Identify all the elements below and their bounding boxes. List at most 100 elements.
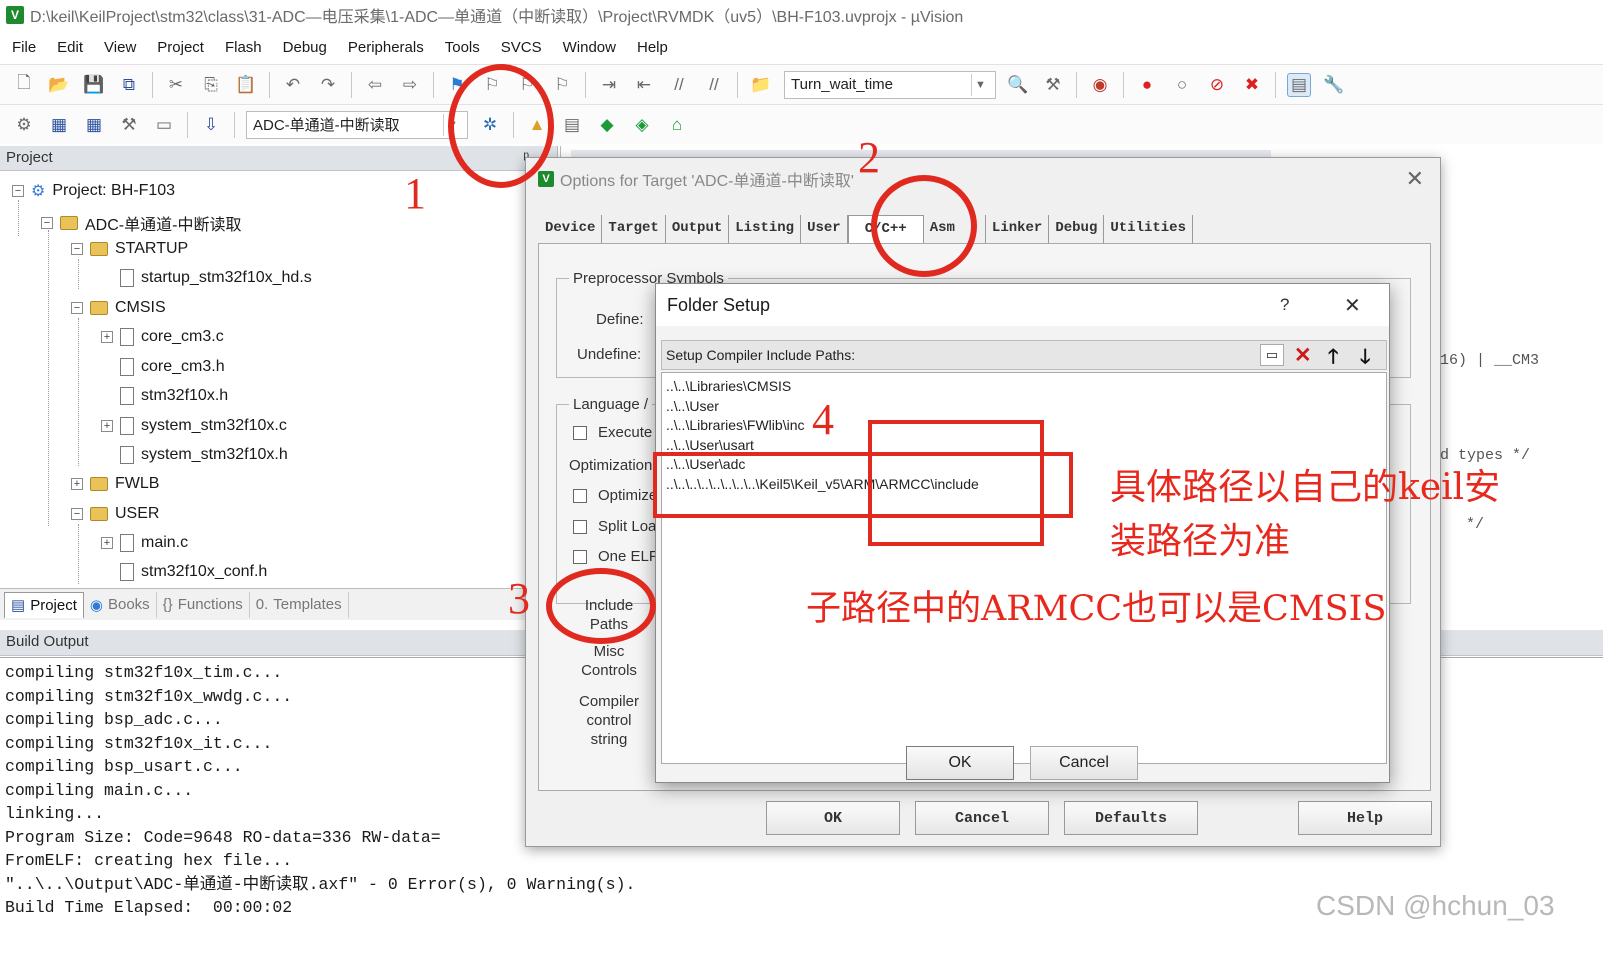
comment-icon[interactable]: // <box>667 73 691 97</box>
tab-listing[interactable]: Listing <box>729 215 802 243</box>
chevron-down-icon[interactable]: ▼ <box>971 73 989 96</box>
window-layout-icon[interactable]: ▤ <box>1287 72 1311 97</box>
tab-device[interactable]: Device <box>539 215 603 243</box>
copy-icon[interactable]: ⎘ <box>199 73 223 97</box>
delete-icon[interactable]: ✕ <box>1294 343 1312 368</box>
translate-icon[interactable]: ⚙ <box>12 113 36 137</box>
optimize-checkbox[interactable] <box>573 489 587 503</box>
tree-project-root[interactable]: − ⚙ Project: BH-F103 <box>12 181 175 201</box>
menu-project[interactable]: Project <box>157 39 204 56</box>
batch-build-icon[interactable]: ⚒ <box>117 113 141 137</box>
manage-runtime-icon[interactable]: ◆ <box>595 113 619 137</box>
execute-only-checkbox[interactable] <box>573 426 587 440</box>
select-packs-icon[interactable]: ▤ <box>560 113 584 137</box>
paste-icon[interactable]: 📋 <box>234 73 258 97</box>
tree-file[interactable]: + main.c <box>101 534 188 552</box>
save-icon[interactable]: 💾 <box>82 73 106 97</box>
menu-edit[interactable]: Edit <box>57 39 83 56</box>
folder-ok-button[interactable]: OK <box>906 746 1014 780</box>
tree-file[interactable]: system_stm32f10x.h <box>101 446 288 464</box>
insert-breakpoint-icon[interactable]: ● <box>1135 73 1159 97</box>
menu-view[interactable]: View <box>104 39 136 56</box>
pack-installer-icon[interactable]: ◈ <box>630 113 654 137</box>
stop-build-icon[interactable]: ▭ <box>152 113 176 137</box>
tab-debug[interactable]: Debug <box>1049 215 1105 243</box>
include-path-item[interactable]: ..\..\User <box>666 397 1386 417</box>
target-combo[interactable]: ADC-单通道-中断读取 ▼ <box>246 110 468 139</box>
new-folder-icon[interactable]: ▭ <box>1260 344 1284 366</box>
tab-templates[interactable]: 0. Templates <box>250 591 349 618</box>
move-down-icon[interactable]: 🡓 <box>1360 342 1370 376</box>
menu-peripherals[interactable]: Peripherals <box>348 39 424 56</box>
tree-file[interactable]: core_cm3.h <box>101 358 225 376</box>
cut-icon[interactable]: ✂ <box>164 73 188 97</box>
undo-icon[interactable]: ↶ <box>281 73 305 97</box>
menu-debug[interactable]: Debug <box>283 39 327 56</box>
tab-utilities[interactable]: Utilities <box>1104 215 1193 243</box>
tree-target[interactable]: − ADC-单通道-中断读取 <box>41 211 241 235</box>
optimize-label: Optimize <box>598 487 658 504</box>
cancel-button[interactable]: Cancel <box>915 801 1049 835</box>
rebuild-icon[interactable]: ▦ <box>82 113 106 137</box>
uncomment-icon[interactable]: // <box>702 73 726 97</box>
indent-icon[interactable]: ⇥ <box>597 73 621 97</box>
tab-target[interactable]: Target <box>602 215 666 243</box>
find-icon[interactable]: 🔍 <box>1006 73 1030 97</box>
menu-svcs[interactable]: SVCS <box>501 39 542 56</box>
close-icon[interactable]: ✕ <box>1344 293 1361 318</box>
disable-breakpoints-icon[interactable]: ⊘ <box>1205 73 1229 97</box>
new-file-icon[interactable]: 🗋 <box>12 73 36 97</box>
tree-group-fwlb[interactable]: + FWLB <box>71 475 159 493</box>
title-bar: V D:\keil\KeilProject\stm32\class\31-ADC… <box>0 0 1603 30</box>
find-in-files-icon[interactable]: 📁 <box>749 73 773 97</box>
tab-linker[interactable]: Linker <box>986 215 1050 243</box>
tree-file[interactable]: startup_stm32f10x_hd.s <box>101 269 312 287</box>
build-toolbar: ⚙ ▦ ▦ ⚒ ▭ ⇩ ADC-单通道-中断读取 ▼ ✲ ▲ ▤ ◆ ◈ ⌂ <box>0 104 1603 144</box>
tab-project[interactable]: ▤ Project <box>4 591 84 618</box>
one-elf-checkbox[interactable] <box>573 550 587 564</box>
enable-breakpoint-icon[interactable]: ○ <box>1170 73 1194 97</box>
tree-group-user[interactable]: − USER <box>71 505 159 523</box>
save-all-icon[interactable]: ⧉ <box>117 73 141 97</box>
configure-icon[interactable]: 🔧 <box>1322 73 1346 97</box>
tab-output[interactable]: Output <box>666 215 730 243</box>
menu-flash[interactable]: Flash <box>225 39 262 56</box>
tree-file[interactable]: stm32f10x_conf.h <box>101 563 267 581</box>
open-file-icon[interactable]: 📂 <box>47 73 71 97</box>
download-icon[interactable]: ⇩ <box>199 113 223 137</box>
folder-cancel-button[interactable]: Cancel <box>1030 746 1138 780</box>
tree-file[interactable]: + system_stm32f10x.c <box>101 417 287 435</box>
tree-file[interactable]: stm32f10x.h <box>101 387 228 405</box>
help-icon[interactable]: ? <box>1280 295 1289 315</box>
nav-forward-icon[interactable]: ⇨ <box>398 73 422 97</box>
move-up-icon[interactable]: 🡑 <box>1328 342 1338 376</box>
nav-back-icon[interactable]: ⇦ <box>363 73 387 97</box>
kill-breakpoints-icon[interactable]: ✖ <box>1240 73 1264 97</box>
debug-session-icon[interactable]: ◉ <box>1088 73 1112 97</box>
defaults-button[interactable]: Defaults <box>1064 801 1198 835</box>
find-combo[interactable]: Turn_wait_time ▼ <box>784 70 996 99</box>
tree-file[interactable]: + core_cm3.c <box>101 328 224 346</box>
tree-group-cmsis[interactable]: − CMSIS <box>71 299 166 317</box>
folder-icon <box>90 301 108 315</box>
menu-file[interactable]: File <box>12 39 36 56</box>
redo-icon[interactable]: ↷ <box>316 73 340 97</box>
split-load-checkbox[interactable] <box>573 520 587 534</box>
help-button[interactable]: Help <box>1298 801 1432 835</box>
include-path-item[interactable]: ..\..\Libraries\CMSIS <box>666 377 1386 397</box>
tab-functions[interactable]: {} Functions <box>157 591 250 618</box>
tab-user[interactable]: User <box>801 215 848 243</box>
close-icon[interactable]: ✕ <box>1406 166 1424 192</box>
menu-window[interactable]: Window <box>563 39 616 56</box>
incremental-find-icon[interactable]: ⚒ <box>1041 73 1065 97</box>
pack-download-icon[interactable]: ⌂ <box>665 113 689 137</box>
build-icon[interactable]: ▦ <box>47 113 71 137</box>
tab-books[interactable]: ◉ Books <box>84 591 157 618</box>
outdent-icon[interactable]: ⇤ <box>632 73 656 97</box>
bookmark-clear-icon[interactable]: ⚐ <box>550 73 574 97</box>
tree-group-startup[interactable]: − STARTUP <box>71 240 188 258</box>
menu-tools[interactable]: Tools <box>445 39 480 56</box>
file-icon <box>120 534 134 552</box>
ok-button[interactable]: OK <box>766 801 900 835</box>
menu-help[interactable]: Help <box>637 39 668 56</box>
